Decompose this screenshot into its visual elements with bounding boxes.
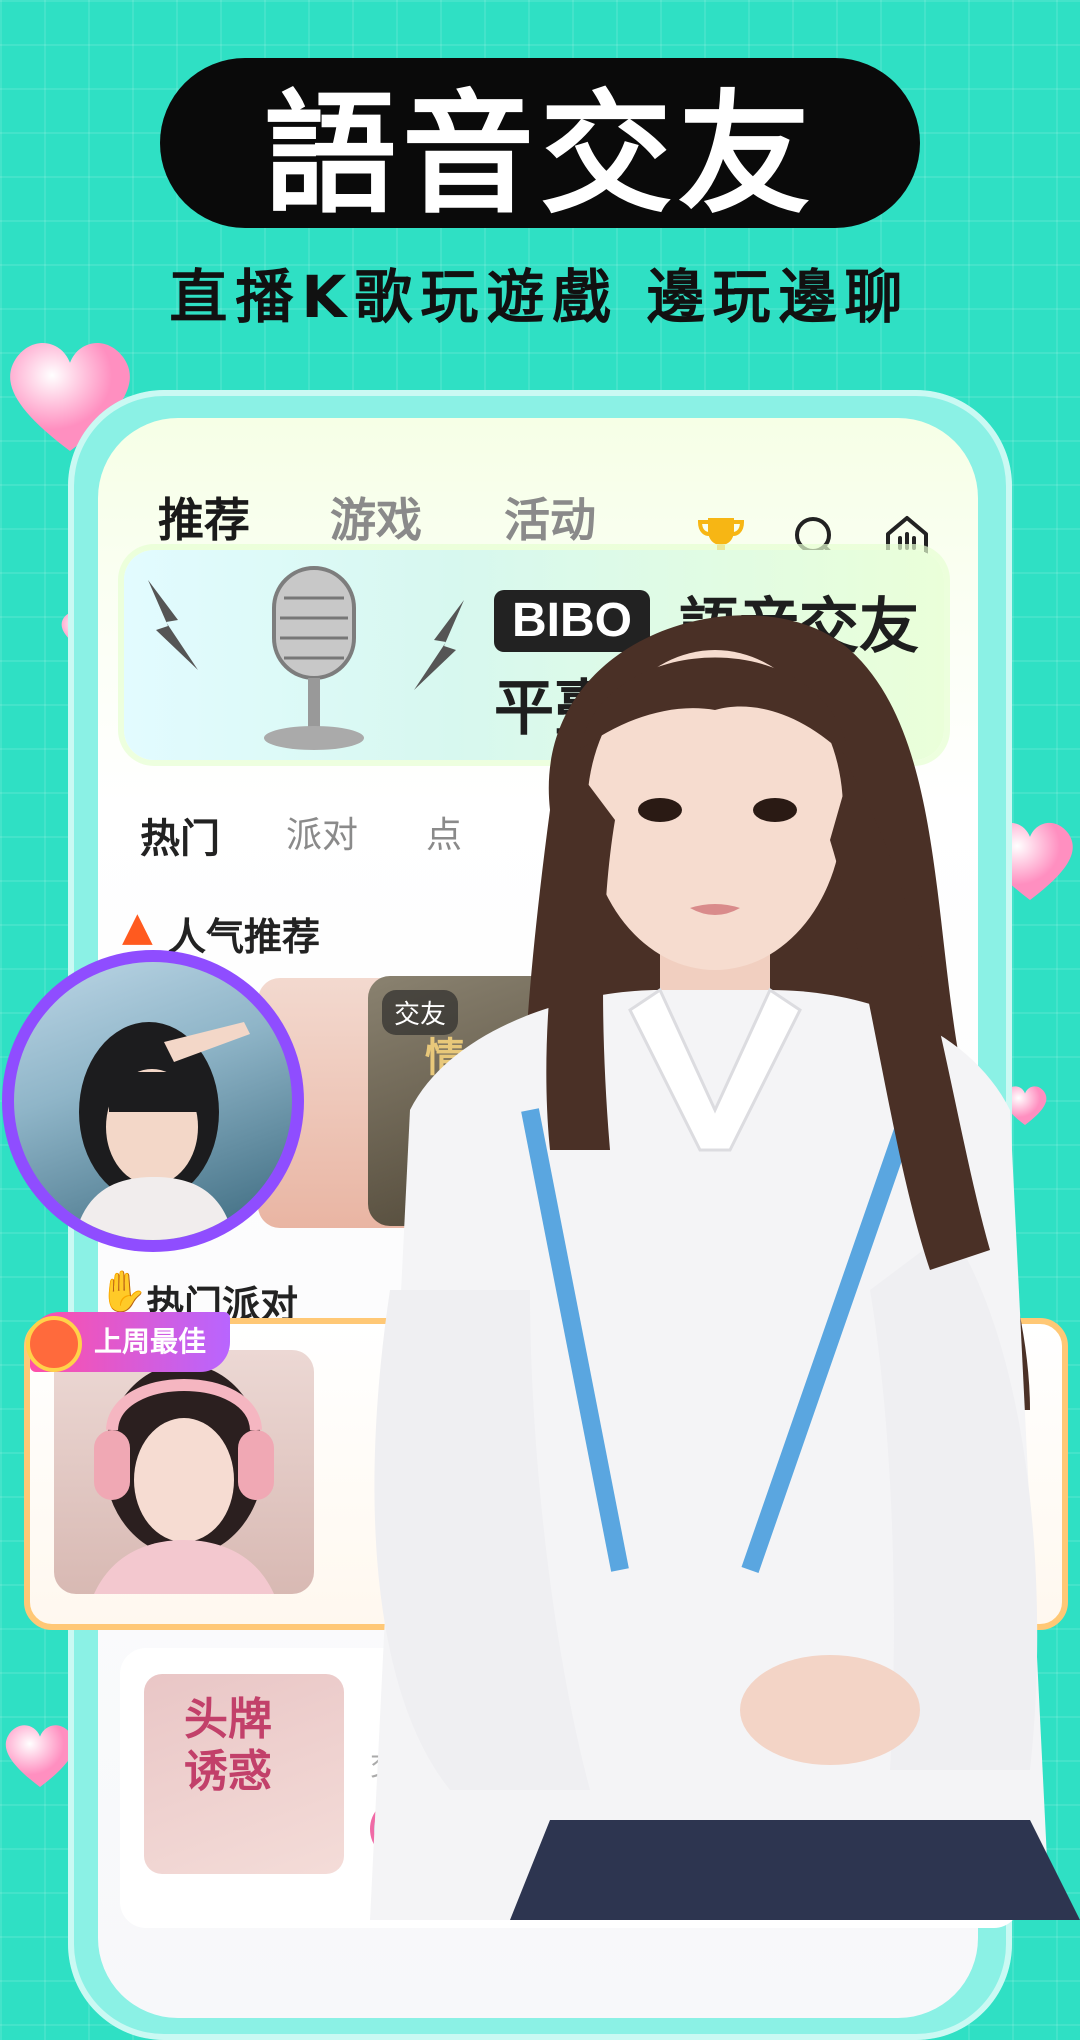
best-room-photo [54,1350,314,1594]
fire-icon: ▲ [122,904,153,950]
tab-activity[interactable]: 活动 [504,484,596,550]
person-photo [74,1022,250,1240]
lightning-icon [148,580,198,670]
crown-icon [26,1316,82,1372]
tab-recommend[interactable]: 推荐 [158,484,250,550]
model-photo [370,615,1080,1920]
cover-text: 头牌诱惑 [184,1694,272,1797]
headline-title: 語音交友 [264,77,816,232]
headline-pill: 語音交友 [160,58,920,232]
subtab-hot[interactable]: 热门 [140,806,220,864]
clap-icon: ✋ [98,1269,148,1315]
avatar[interactable] [2,950,304,1252]
person-photo [94,1364,274,1594]
tab-games[interactable]: 游戏 [330,484,422,550]
room-cover: 头牌诱惑 [144,1674,344,1874]
headline-subtitle: 直播K歌玩遊戲 邊玩邊聊 [169,263,911,331]
section-title-popular: 人气推荐 [168,915,321,959]
